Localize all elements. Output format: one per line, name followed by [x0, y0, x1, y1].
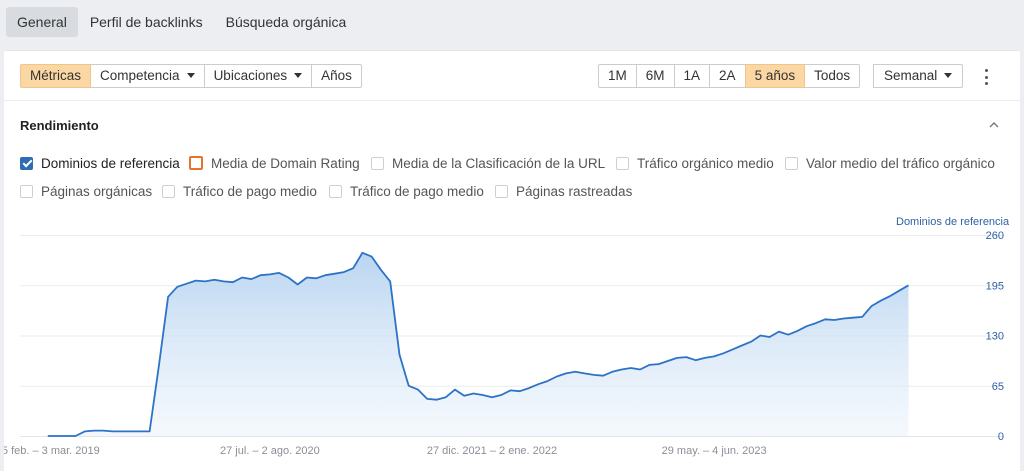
metric-checkbox-4[interactable]: Valor medio del tráfico orgánico — [785, 154, 995, 172]
metric-checkbox-7[interactable]: Tráfico de pago medio — [329, 182, 484, 200]
toolbar-button-0[interactable]: Métricas — [20, 64, 92, 88]
range-button-1[interactable]: 6M — [635, 64, 675, 88]
checkbox-icon[interactable] — [616, 156, 629, 170]
metric-checkbox-2[interactable]: Media de la Clasificación de la URL — [371, 154, 605, 172]
interval-label: Semanal — [884, 68, 938, 83]
top-tabs: General Perfil de backlinks Búsqueda orgán… — [0, 0, 1024, 44]
top-tab-2[interactable]: Búsqueda orgánica — [215, 7, 358, 37]
metric-label: Tráfico de pago medio — [350, 183, 484, 199]
toolbar-button-2[interactable]: Ubicaciones — [203, 64, 313, 88]
performance-chart: 0 65 130 195 260 25 feb. – 3 mar. 2019 27 jul.… — [4, 230, 1004, 457]
x-tick-label: 29 may. – 4 jun. 2023 — [662, 445, 767, 457]
series-area — [47, 252, 909, 436]
metric-checkbox-3[interactable]: Tráfico orgánico medio — [616, 154, 774, 172]
chevron-down-icon — [186, 73, 195, 78]
overview-card: Métricas Competencia Ubicaciones Años 1M 6M 1… — [4, 50, 1020, 471]
metric-label: Tráfico orgánico medio — [637, 155, 774, 171]
toolbar-button-label: Competencia — [100, 68, 180, 83]
toolbar-button-3[interactable]: Años — [311, 64, 362, 88]
range-button-group: 1M 6M 1A 2A 5 años Todos — [598, 64, 861, 88]
metric-checkbox-1[interactable]: Media de Domain Rating — [189, 154, 360, 172]
checkbox-checked-icon[interactable] — [20, 156, 33, 170]
toolbar-button-label: Años — [321, 68, 352, 83]
checkbox-icon[interactable] — [162, 184, 175, 198]
metric-label: Páginas rastreadas — [516, 183, 633, 199]
top-tab-0[interactable]: General — [6, 7, 78, 37]
metric-checkbox-8[interactable]: Páginas rastreadas — [495, 182, 632, 200]
more-options-icon[interactable] — [978, 67, 994, 87]
metric-label: Páginas orgánicas — [41, 183, 153, 199]
range-button-5[interactable]: Todos — [804, 64, 861, 88]
range-button-4[interactable]: 5 años — [744, 64, 806, 88]
metric-label: Media de la Clasificación de la URL — [392, 155, 606, 171]
x-tick-label: 27 dic. 2021 – 2 ene. 2022 — [427, 445, 557, 457]
chevron-down-icon — [944, 73, 953, 78]
checkbox-icon[interactable] — [371, 156, 384, 170]
y-tick-label: 0 — [998, 431, 1004, 443]
y-tick-label: 65 — [992, 381, 1004, 393]
chevron-up-icon[interactable] — [989, 120, 999, 130]
toolbar-button-label: Métricas — [30, 68, 82, 83]
checkbox-icon[interactable] — [20, 184, 33, 198]
metric-label: Tráfico de pago medio — [183, 183, 317, 199]
interval-dropdown[interactable]: Semanal — [873, 64, 964, 88]
metric-label: Dominios de referencia — [41, 155, 180, 171]
range-button-0[interactable]: 1M — [598, 64, 637, 88]
toolbar-button-label: Ubicaciones — [213, 68, 288, 83]
y-tick-label: 195 — [986, 280, 1004, 292]
checkbox-icon[interactable] — [785, 156, 798, 170]
chart-legend-label: Dominios de referencia — [896, 216, 1010, 228]
metric-checkbox-0[interactable]: Dominios de referencia — [20, 154, 180, 172]
metric-label: Valor medio del tráfico orgánico — [806, 155, 995, 171]
metric-checkbox-6[interactable]: Tráfico de pago medio — [162, 182, 317, 200]
top-tab-1[interactable]: Perfil de backlinks — [79, 7, 214, 37]
metric-label: Media de Domain Rating — [211, 155, 360, 171]
checkbox-icon[interactable] — [495, 184, 508, 198]
range-button-2[interactable]: 1A — [673, 64, 711, 88]
y-tick-label: 130 — [986, 331, 1004, 343]
interval-dropdown-wrap: Semanal — [873, 64, 964, 88]
y-tick-label: 260 — [986, 230, 1004, 242]
x-tick-label: 27 jul. – 2 ago. 2020 — [220, 445, 320, 457]
metric-checkbox-5[interactable]: Páginas orgánicas — [20, 182, 152, 200]
toolbar-button-1[interactable]: Competencia — [90, 64, 205, 88]
range-button-3[interactable]: 2A — [709, 64, 746, 88]
chevron-down-icon — [294, 73, 303, 78]
x-tick-label: 25 feb. – 3 mar. 2019 — [4, 445, 100, 457]
checkbox-icon[interactable] — [189, 156, 203, 170]
view-button-group: Métricas Competencia Ubicaciones Años — [20, 64, 362, 88]
toolbar: Métricas Competencia Ubicaciones Años 1M 6M 1… — [4, 51, 1020, 101]
checkbox-icon[interactable] — [329, 184, 342, 198]
section-title: Rendimiento — [20, 118, 99, 133]
